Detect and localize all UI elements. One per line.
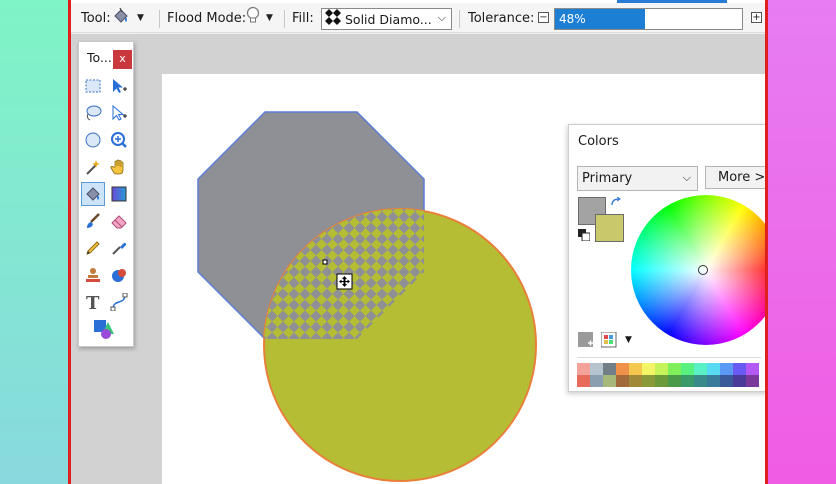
palette-swatch[interactable] xyxy=(642,363,655,375)
paint-bucket-icon xyxy=(86,187,100,201)
tools-window: To... x T xyxy=(78,41,134,347)
pencil-icon[interactable] xyxy=(81,236,105,260)
move-cursor-icon xyxy=(336,273,353,290)
tolerance-label: Tolerance: xyxy=(468,10,535,26)
tool-label: Tool: xyxy=(81,10,111,26)
palette-row-bottom xyxy=(577,375,759,387)
reset-colors-icon[interactable] xyxy=(578,229,591,245)
chevron-down-icon: ▼ xyxy=(137,13,144,23)
chevron-down-icon: ⌵ xyxy=(682,171,691,184)
canvas-workspace: To... x T Colors Primary ⌵ More > ▼ xyxy=(71,34,765,484)
tool-dropdown[interactable]: ▼ xyxy=(111,3,144,33)
tolerance-slider[interactable]: 48% xyxy=(554,8,743,30)
text-icon[interactable]: T xyxy=(81,290,105,314)
palette-swatch[interactable] xyxy=(629,375,642,387)
tolerance-value: 48% xyxy=(559,12,586,26)
rectangle-select-icon[interactable] xyxy=(81,74,105,98)
palette-swatch[interactable] xyxy=(733,363,746,375)
palette-row-top xyxy=(577,363,759,375)
palette-swatch[interactable] xyxy=(590,375,603,387)
color-wheel-handle[interactable] xyxy=(698,265,708,275)
palette-swatch[interactable] xyxy=(668,375,681,387)
colors-window: Colors Primary ⌵ More > ▼ xyxy=(568,124,765,392)
more-button[interactable]: More > xyxy=(705,166,765,189)
palette-swatch[interactable] xyxy=(707,363,720,375)
paintbrush-icon[interactable] xyxy=(81,209,105,233)
palette-swatch[interactable] xyxy=(603,363,616,375)
palette-swatch[interactable] xyxy=(655,375,668,387)
palette-swatch[interactable] xyxy=(707,375,720,387)
palette-swatch[interactable] xyxy=(577,375,590,387)
palette-swatch[interactable] xyxy=(694,363,707,375)
paint-bucket-tool-button[interactable] xyxy=(81,182,105,206)
lasso-select-icon[interactable] xyxy=(81,101,105,125)
color-mode-select[interactable]: Primary ⌵ xyxy=(577,166,698,191)
palette-swatch[interactable] xyxy=(655,363,668,375)
clone-stamp-icon[interactable] xyxy=(81,263,105,287)
color-picker-icon[interactable] xyxy=(107,236,131,260)
magic-wand-icon[interactable] xyxy=(81,155,105,179)
chevron-down-icon: ▼ xyxy=(266,13,273,23)
swap-colors-icon[interactable] xyxy=(610,196,622,213)
palette-swatch[interactable] xyxy=(733,375,746,387)
palette-swatch[interactable] xyxy=(681,363,694,375)
add-color-icon[interactable] xyxy=(578,332,594,352)
palette-swatch[interactable] xyxy=(629,363,642,375)
recolor-icon[interactable] xyxy=(107,263,131,287)
ellipse-select-icon[interactable] xyxy=(81,128,105,152)
bulb-icon xyxy=(246,6,260,30)
palette-swatch[interactable] xyxy=(616,363,629,375)
palette-swatch[interactable] xyxy=(720,363,733,375)
tolerance-increase-button[interactable]: + xyxy=(751,12,762,23)
palette-swatch[interactable] xyxy=(616,375,629,387)
palette-swatch[interactable] xyxy=(668,363,681,375)
palette-swatch[interactable] xyxy=(720,375,733,387)
paint-app-window: Tool: ▼ Flood Mode: ▼ Fill: Solid Diamo.… xyxy=(68,0,768,484)
palette-swatch[interactable] xyxy=(746,363,759,375)
move-selection-alt-icon[interactable] xyxy=(107,101,131,125)
chevron-down-icon[interactable]: ▼ xyxy=(625,335,632,345)
paint-bucket-icon xyxy=(111,6,131,30)
tools-window-title: To... xyxy=(87,50,112,65)
tool-options-toolbar: Tool: ▼ Flood Mode: ▼ Fill: Solid Diamo.… xyxy=(71,3,765,33)
move-selection-icon[interactable] xyxy=(107,74,131,98)
flood-mode-label: Flood Mode: xyxy=(167,10,247,26)
tools-window-header[interactable]: To... x xyxy=(79,42,133,72)
eraser-icon[interactable] xyxy=(107,209,131,233)
palette-swatch[interactable] xyxy=(590,363,603,375)
fill-select-value: Solid Diamo... xyxy=(345,11,432,27)
svg-text:T: T xyxy=(86,293,100,311)
line-curve-icon[interactable] xyxy=(107,290,131,314)
diamond-pattern-icon xyxy=(325,9,341,29)
color-mode-value: Primary xyxy=(582,171,633,186)
gradient-icon[interactable] xyxy=(107,182,131,206)
palette-swatch[interactable] xyxy=(577,363,590,375)
fill-label: Fill: xyxy=(292,10,314,26)
desktop-background-right xyxy=(767,0,836,484)
desktop-background-left xyxy=(0,0,69,484)
zoom-icon[interactable] xyxy=(107,128,131,152)
chevron-down-icon: ⌵ xyxy=(437,11,446,24)
flood-mode-dropdown[interactable]: ▼ xyxy=(246,3,273,33)
secondary-color-swatch[interactable] xyxy=(595,214,624,242)
palette-swatch[interactable] xyxy=(681,375,694,387)
tolerance-decrease-button[interactable]: − xyxy=(538,12,549,23)
palette-swatch[interactable] xyxy=(746,375,759,387)
pan-icon[interactable] xyxy=(107,155,131,179)
palette-swatch[interactable] xyxy=(694,375,707,387)
palette-icon[interactable] xyxy=(600,331,617,352)
shapes-icon[interactable] xyxy=(92,317,116,341)
palette-swatch[interactable] xyxy=(642,375,655,387)
colors-window-title: Colors xyxy=(578,134,619,149)
palette-swatch[interactable] xyxy=(603,375,616,387)
tools-close-button[interactable]: x xyxy=(113,50,132,69)
fill-select[interactable]: Solid Diamo... ⌵ xyxy=(321,8,452,30)
